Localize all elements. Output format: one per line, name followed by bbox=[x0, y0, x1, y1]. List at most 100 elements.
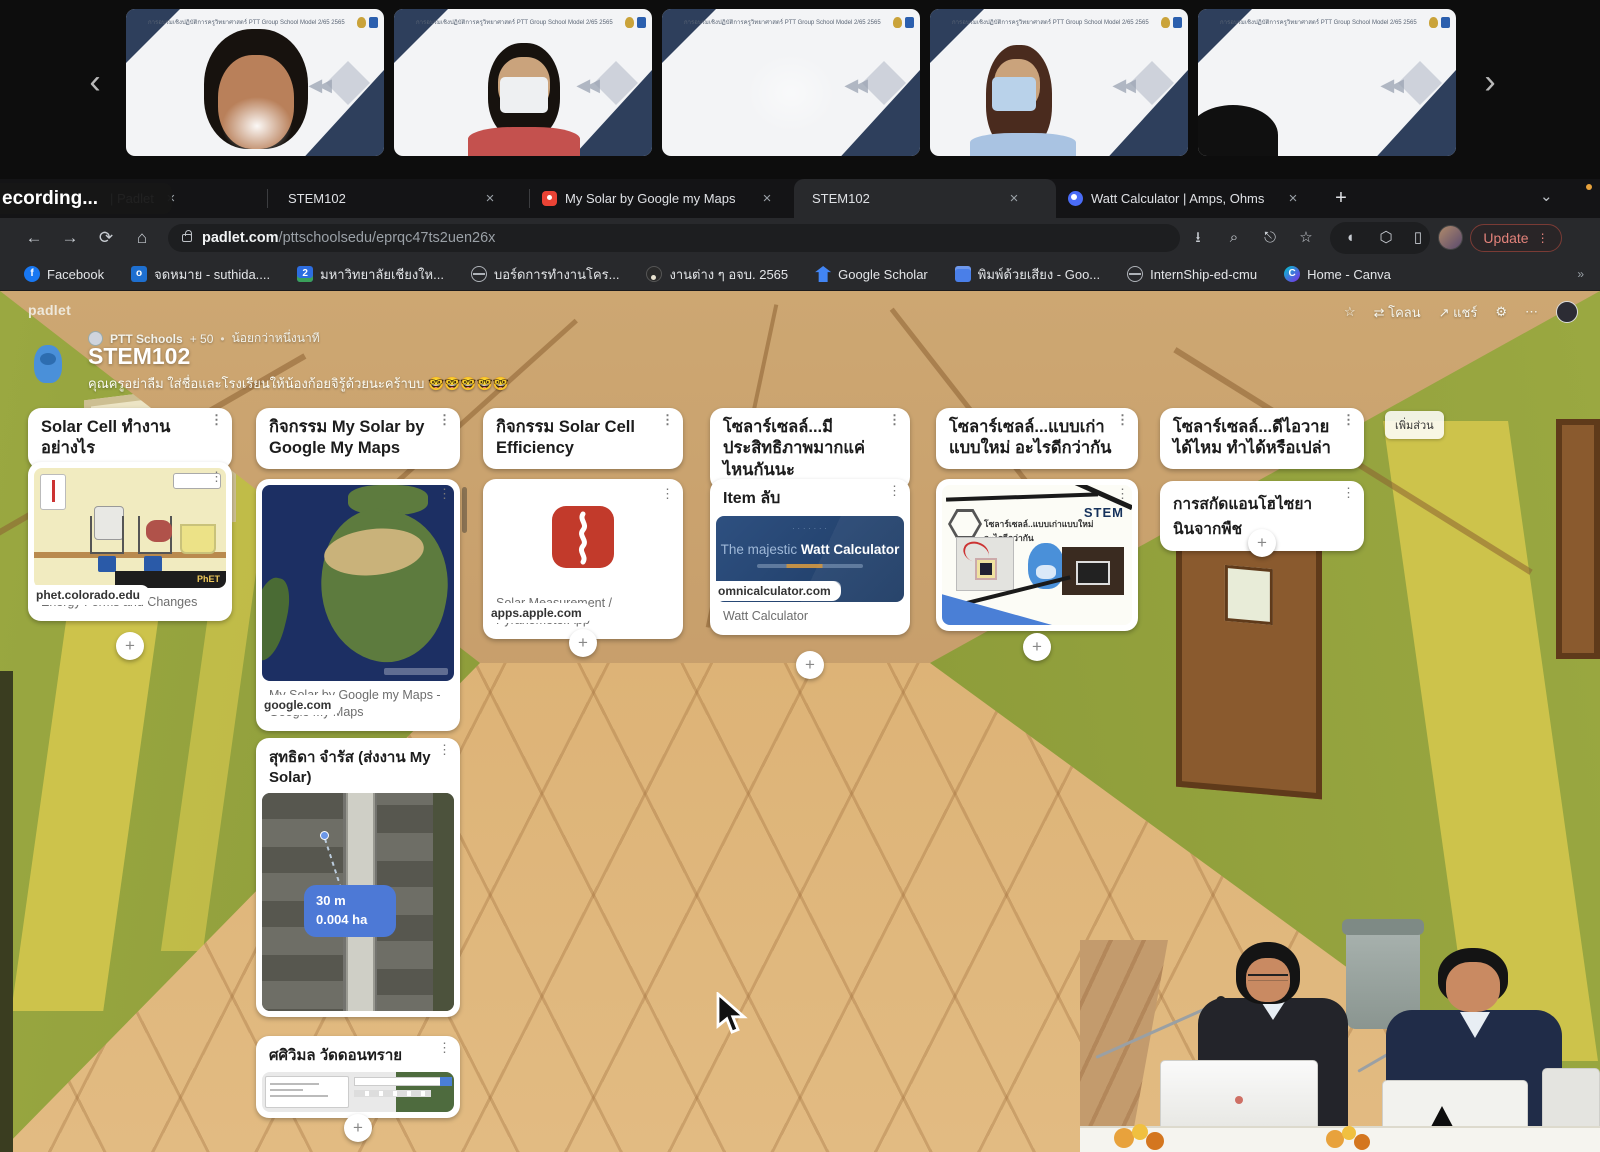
new-tab-button[interactable]: + bbox=[1328, 186, 1354, 212]
post-domain: phet.colorado.edu bbox=[28, 585, 150, 605]
tab-search-chevron-icon[interactable]: ⌄ bbox=[1540, 187, 1553, 205]
post-menu-icon[interactable]: ⋮ bbox=[210, 474, 223, 479]
section-header-efficiency-question[interactable]: โซลาร์เซลล์...มีประสิทธิภาพมากแค่ไหนกันน… bbox=[710, 408, 910, 490]
post-menu-icon[interactable]: ⋮ bbox=[1116, 491, 1129, 496]
section-menu-icon[interactable]: ⋮ bbox=[438, 417, 451, 422]
zoom-search-icon[interactable]: ⌕ bbox=[1222, 226, 1246, 250]
share-icon[interactable]: ⎋ bbox=[1258, 226, 1282, 250]
add-post-button[interactable]: + bbox=[344, 1114, 372, 1142]
settings-gear-icon[interactable]: ⚙ bbox=[1495, 304, 1507, 320]
profile-avatar[interactable] bbox=[1438, 225, 1463, 250]
participant-video-2[interactable]: การอบรมเชิงปฏิบัติการครูวิทยาศาสตร์ PTT … bbox=[394, 9, 652, 156]
sidebar-icon[interactable]: ▯ bbox=[1406, 226, 1430, 250]
section-menu-icon[interactable]: ⋮ bbox=[1116, 417, 1129, 422]
section-header-diy[interactable]: โซลาร์เซลล์...ดีไอวายได้ไหม ทำได้หรือเปล… bbox=[1160, 408, 1364, 469]
bookmark-canva[interactable]: CHome - Canva bbox=[1284, 266, 1391, 282]
add-post-button[interactable]: + bbox=[796, 651, 824, 679]
add-post-button[interactable]: + bbox=[1248, 529, 1276, 557]
board-title: STEM102 bbox=[88, 343, 190, 370]
post-sasiwimon[interactable]: ⋮ ศศิวิมล วัดดอนทราย bbox=[256, 1036, 460, 1118]
board-subtitle: คุณครูอย่าลืม ใส่ชื่อและโรงเรียนให้น้องก… bbox=[88, 373, 509, 394]
aerial-measure-image: 30 m0.004 ha bbox=[262, 793, 454, 1011]
section-header-my-solar[interactable]: กิจกรรม My Solar by Google My Maps ⋮ bbox=[256, 408, 460, 469]
post-pyranometer-app[interactable]: ⋮ apps.apple.com Solar Measurement / Pyr… bbox=[483, 479, 683, 639]
participant-video-1[interactable]: การอบรมเชิงปฏิบัติการครูวิทยาศาสตร์ PTT … bbox=[126, 9, 384, 156]
participant-video-5[interactable]: การอบรมเชิงปฏิบัติการครูวิทยาศาสตร์ PTT … bbox=[1198, 9, 1456, 156]
bookmarks-bar: fFacebook oจดหมาย - suthida.... 2มหาวิทย… bbox=[0, 258, 1600, 291]
participant-video-3[interactable]: การอบรมเชิงปฏิบัติการครูวิทยาศาสตร์ PTT … bbox=[662, 9, 920, 156]
post-phet[interactable]: ⋮ PhET phet.colorado.edu Energy Forms an… bbox=[28, 462, 232, 621]
url-host: padlet.com bbox=[202, 230, 279, 246]
section-menu-icon[interactable]: ⋮ bbox=[888, 417, 901, 422]
post-solar-slide[interactable]: ⋮ STEM โซลาร์เซลล์..แบบเก่าแบบใหม่ อะไรด… bbox=[936, 479, 1138, 631]
favorite-star-icon[interactable]: ☆ bbox=[1344, 304, 1356, 320]
post-caption: Watt Calculator bbox=[716, 602, 904, 629]
tab-watt-calculator[interactable]: Watt Calculator | Amps, Ohms × bbox=[1058, 179, 1314, 218]
post-menu-icon[interactable]: ⋮ bbox=[438, 1045, 451, 1050]
post-watt-calculator[interactable]: ⋮ Item ลับ · · · · · · · The majestic Wa… bbox=[710, 479, 910, 635]
reload-icon[interactable]: ⟳ bbox=[94, 226, 118, 250]
outlook-icon: o bbox=[131, 266, 147, 282]
back-icon[interactable]: ← bbox=[22, 226, 46, 250]
section-menu-icon[interactable]: ⋮ bbox=[1342, 417, 1355, 422]
bookmark-board[interactable]: บอร์ดการทำงานโคร... bbox=[471, 264, 620, 285]
more-options-icon[interactable]: ⋯ bbox=[1525, 304, 1538, 320]
column-scrollbar[interactable] bbox=[462, 487, 467, 533]
bookmark-university[interactable]: 2มหาวิทยาลัยเชียงให... bbox=[297, 264, 444, 285]
post-google-map[interactable]: ⋮ google.com My Solar by Google my Maps … bbox=[256, 479, 460, 731]
hallway-far-right-door bbox=[1556, 419, 1600, 659]
chevron-right-icon[interactable]: › bbox=[1475, 62, 1505, 102]
section-header-efficiency[interactable]: กิจกรรม Solar Cell Efficiency ⋮ bbox=[483, 408, 683, 469]
home-icon[interactable]: ⌂ bbox=[130, 226, 154, 250]
participant-video-4[interactable]: การอบรมเชิงปฏิบัติการครูวิทยาศาสตร์ PTT … bbox=[930, 9, 1188, 156]
add-post-button[interactable]: + bbox=[1023, 633, 1051, 661]
bookmark-star-icon[interactable]: ☆ bbox=[1294, 226, 1318, 250]
share-button[interactable]: ↗ แชร์ bbox=[1439, 302, 1478, 323]
presenters-video-overlay bbox=[1080, 940, 1600, 1152]
add-post-button[interactable]: + bbox=[569, 629, 597, 657]
canva-icon: C bbox=[1284, 266, 1300, 282]
flower-decoration bbox=[1114, 1128, 1134, 1148]
post-menu-icon[interactable]: ⋮ bbox=[661, 491, 674, 496]
clone-button[interactable]: ⇄ โคลน bbox=[1374, 302, 1421, 323]
forward-icon[interactable]: → bbox=[58, 226, 82, 250]
extensions-puzzle-icon[interactable]: ⬡ bbox=[1374, 226, 1398, 250]
post-suthida[interactable]: ⋮ สุทธิดา จำรัส (ส่งงาน My Solar) 30 m0.… bbox=[256, 738, 460, 1017]
chevron-left-icon[interactable]: ‹ bbox=[80, 62, 110, 102]
post-menu-icon[interactable]: ⋮ bbox=[438, 747, 451, 752]
tab-my-solar[interactable]: My Solar by Google my Maps × bbox=[532, 179, 790, 218]
close-icon[interactable]: × bbox=[1284, 190, 1302, 207]
video-participant-strip: ‹ › การอบรมเชิงปฏิบัติการครูวิทยาศาสตร์ … bbox=[0, 0, 1600, 168]
close-icon[interactable]: × bbox=[1005, 190, 1023, 207]
bookmark-internship[interactable]: InternShip-ed-cmu bbox=[1127, 266, 1257, 282]
add-section-button[interactable]: เพิ่มส่วน bbox=[1385, 411, 1444, 439]
bookmark-voice-typing[interactable]: พิมพ์ด้วยเสียง - Goo... bbox=[955, 264, 1100, 285]
browser-menu-dots-icon[interactable]: ⋮ bbox=[1537, 231, 1549, 245]
post-menu-icon[interactable]: ⋮ bbox=[438, 491, 451, 496]
section-menu-icon[interactable]: ⋮ bbox=[661, 417, 674, 422]
close-icon[interactable]: × bbox=[481, 190, 499, 207]
post-menu-icon[interactable]: ⋮ bbox=[1342, 490, 1355, 495]
doc-icon bbox=[955, 266, 971, 282]
tab-stem102[interactable]: STEM102 × bbox=[270, 179, 530, 218]
bookmarks-overflow-icon[interactable]: » bbox=[1577, 267, 1584, 281]
close-icon[interactable]: × bbox=[758, 190, 776, 207]
bookmark-facebook[interactable]: fFacebook bbox=[24, 266, 104, 282]
tab-stem102-active[interactable]: STEM102 × bbox=[794, 179, 1056, 218]
bookmark-google-scholar[interactable]: Google Scholar bbox=[815, 266, 928, 282]
post-menu-icon[interactable]: ⋮ bbox=[888, 488, 901, 493]
user-avatar[interactable] bbox=[1556, 301, 1578, 323]
scholar-icon bbox=[815, 266, 831, 282]
section-header-solar-cell[interactable]: Solar Cell ทำงานอย่างไร ⋮ bbox=[28, 408, 232, 469]
extension-icon[interactable]: ◖ bbox=[1338, 226, 1362, 250]
save-download-icon[interactable]: ⭳ bbox=[1186, 226, 1210, 250]
url-field[interactable]: padlet.com /pttschoolsedu/eprqc47ts2uen2… bbox=[168, 224, 1180, 252]
section-menu-icon[interactable]: ⋮ bbox=[210, 417, 223, 422]
post-title: Item ลับ bbox=[716, 485, 904, 516]
post-title: การสกัดแอนโฮไซยานินจากพืช bbox=[1173, 496, 1312, 538]
update-button[interactable]: Update ⋮ bbox=[1470, 224, 1562, 252]
section-header-old-vs-new[interactable]: โซลาร์เซลล์...แบบเก่าแบบใหม่ อะไรดีกว่าก… bbox=[936, 408, 1138, 469]
bookmark-tasks[interactable]: งานต่าง ๆ อจบ. 2565 bbox=[646, 264, 788, 285]
bookmark-mail[interactable]: oจดหมาย - suthida.... bbox=[131, 264, 270, 285]
add-post-button[interactable]: + bbox=[116, 632, 144, 660]
